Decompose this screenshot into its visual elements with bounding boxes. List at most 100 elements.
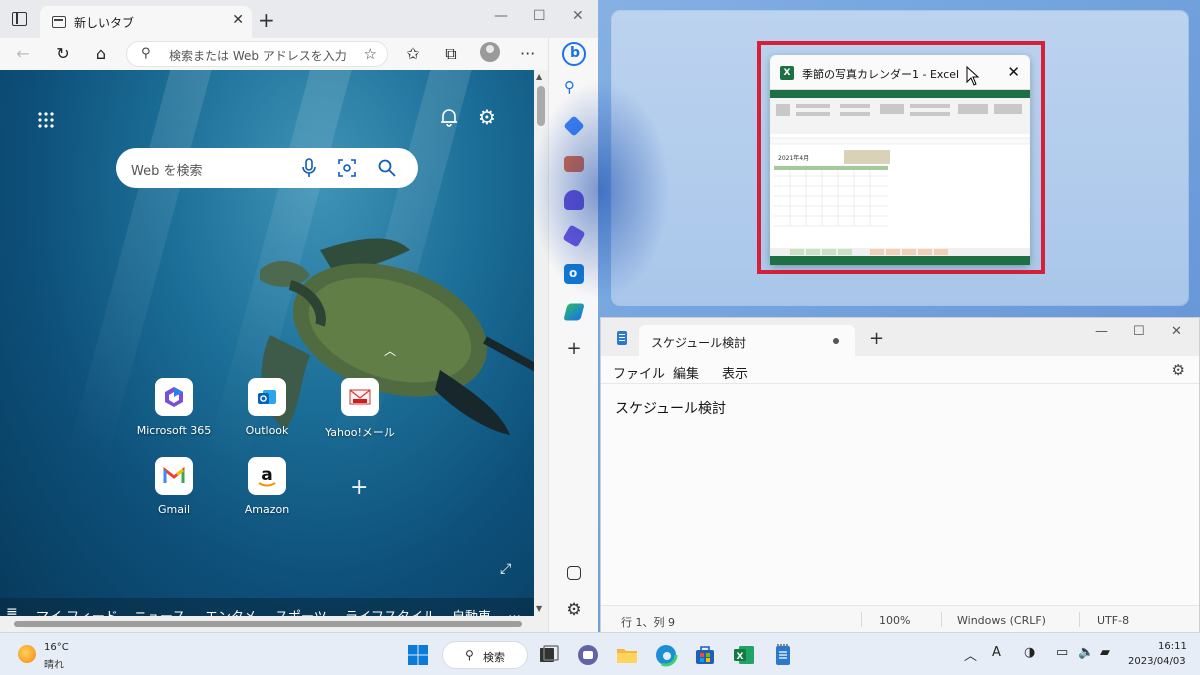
zoom-level: 100%	[879, 614, 911, 627]
edge-tab-new-tab[interactable]: 新しいタブ ✕	[40, 6, 252, 38]
svg-text:a: a	[261, 465, 272, 485]
clock-time[interactable]: 16:11	[1158, 641, 1187, 652]
sunny-weather-icon	[18, 645, 36, 663]
notepad-minimize-icon[interactable]: —	[1095, 324, 1108, 339]
mini-sheet-heading: 2021年4月	[778, 154, 809, 162]
quick-link-yahoo-mail[interactable]: Yahoo!メール	[312, 378, 408, 440]
notepad-settings-gear-icon[interactable]: ⚙	[1172, 361, 1185, 379]
menu-view[interactable]: 表示	[722, 363, 748, 382]
excel-taskbar-icon[interactable]: X	[732, 643, 756, 667]
notepad-maximize-icon[interactable]: ☐	[1133, 324, 1145, 339]
search-submit-icon[interactable]	[378, 159, 396, 177]
maximize-icon[interactable]: ☐	[533, 8, 546, 24]
close-tab-icon[interactable]: ✕	[232, 12, 244, 28]
new-tab-favicon-icon	[52, 16, 66, 28]
home-icon[interactable]: ⌂	[90, 43, 112, 65]
vertical-scroll-thumb[interactable]	[537, 86, 545, 126]
horizontal-scrollbar[interactable]	[0, 616, 548, 632]
collections-icon[interactable]: ⧉	[440, 43, 462, 65]
refresh-icon[interactable]: ↻	[52, 43, 74, 65]
edge-browser-icon[interactable]	[654, 643, 678, 667]
taskbar-search-label: 検索	[483, 651, 505, 664]
quick-link-microsoft365[interactable]: Microsoft 365	[126, 378, 222, 437]
ime-options-icon[interactable]: ◑	[1024, 645, 1035, 660]
windows-start-icon[interactable]	[406, 643, 430, 667]
close-window-icon[interactable]: ✕	[572, 8, 584, 24]
line-ending: Windows (CRLF)	[957, 614, 1046, 627]
scroll-down-icon[interactable]: ▼	[536, 604, 542, 613]
show-hidden-icons-chevron[interactable]: ︿	[964, 645, 977, 664]
excel-preview-image: 2021年4月	[770, 89, 1030, 265]
edge-tab-title: 新しいタブ	[74, 16, 135, 30]
web-search-box[interactable]: Web を検索	[116, 148, 418, 188]
horizontal-scroll-thumb[interactable]	[14, 621, 522, 627]
address-bar[interactable]: ⚲ 検索または Web アドレスを入力 ☆	[126, 41, 388, 67]
notepad-close-icon[interactable]: ✕	[1171, 324, 1182, 339]
favorites-star-icon[interactable]: ✩	[402, 43, 424, 65]
add-quick-link-icon[interactable]: +	[350, 475, 368, 500]
excel-icon: X	[780, 66, 794, 80]
address-search-icon: ⚲	[141, 46, 151, 61]
fullscreen-expand-icon[interactable]: ⤢	[500, 561, 511, 577]
taskbar-search-icon: ⚲	[465, 648, 474, 662]
cursor-position: 行 1、列 9	[621, 616, 675, 629]
new-tab-page: ⚙ Web を検索 ︿ Microsoft 365 Outlook Yahoo!…	[0, 70, 534, 630]
notepad-tab[interactable]: スケジュール検討	[639, 325, 855, 356]
sidebar-settings-gear-icon[interactable]: ⚙	[564, 600, 584, 620]
more-options-icon[interactable]: ···	[520, 44, 535, 63]
scroll-up-icon[interactable]: ▲	[536, 72, 542, 81]
notepad-taskbar-icon[interactable]	[771, 643, 795, 667]
status-divider	[1079, 612, 1080, 627]
new-tab-plus-icon[interactable]: +	[258, 8, 275, 32]
back-icon[interactable]: ←	[12, 43, 34, 65]
add-favorite-icon[interactable]: ☆	[364, 45, 377, 63]
menu-edit[interactable]: 編集	[673, 363, 699, 382]
clock-date[interactable]: 2023/04/03	[1128, 656, 1186, 667]
volume-icon[interactable]: 🔈	[1078, 645, 1094, 660]
profile-avatar[interactable]	[480, 42, 500, 62]
gmail-icon	[155, 457, 193, 495]
notepad-app-icon	[617, 331, 627, 345]
web-search-placeholder: Web を検索	[131, 164, 203, 179]
bing-copilot-icon[interactable]: b	[562, 42, 586, 66]
quick-link-label: Gmail	[157, 503, 191, 516]
address-placeholder: 検索または Web アドレスを入力	[169, 49, 347, 63]
minimize-icon[interactable]: —	[494, 8, 508, 24]
thumbnail-close-icon[interactable]: ✕	[1007, 63, 1020, 81]
ime-mode-indicator[interactable]: A	[992, 645, 1001, 660]
sidebar-add-icon[interactable]: +	[564, 338, 584, 359]
notifications-bell-icon[interactable]	[438, 106, 460, 128]
unsaved-dot-icon[interactable]	[833, 338, 839, 344]
quick-link-label: Amazon	[244, 503, 290, 516]
mouse-pointer-icon	[966, 66, 980, 86]
menu-file[interactable]: ファイル	[613, 363, 665, 382]
notepad-text-area[interactable]: スケジュール検討	[615, 398, 726, 418]
visual-search-icon[interactable]	[338, 159, 356, 177]
quick-link-label: Yahoo!メール	[325, 426, 395, 439]
app-launcher-icon[interactable]	[37, 111, 55, 129]
yahoo-mail-icon	[341, 378, 379, 416]
quick-link-label: Outlook	[245, 424, 289, 437]
microsoft-store-icon[interactable]	[693, 643, 717, 667]
quick-link-outlook[interactable]: Outlook	[219, 378, 315, 437]
tab-actions-icon[interactable]	[10, 10, 30, 28]
svg-text:X: X	[737, 652, 744, 662]
task-view-icon[interactable]	[537, 643, 561, 667]
teams-chat-icon[interactable]	[576, 643, 600, 667]
collapse-chevron-up-icon[interactable]: ︿	[384, 342, 396, 359]
notepad-new-tab-icon[interactable]: +	[869, 328, 884, 349]
network-icon[interactable]: ▭	[1056, 645, 1068, 660]
quick-link-gmail[interactable]: Gmail	[126, 457, 222, 516]
excel-window-thumbnail[interactable]: X 季節の写真カレンダー1 - Excel ✕ 2021年4月	[770, 55, 1030, 265]
battery-icon[interactable]: ▰	[1100, 645, 1110, 660]
taskbar-search-button[interactable]: ⚲ 検索	[442, 641, 528, 669]
windows-bloom-wallpaper	[530, 80, 670, 300]
edge-toolbar: ← ↻ ⌂ ⚲ 検索または Web アドレスを入力 ☆ ✩ ⧉	[0, 38, 598, 70]
file-explorer-icon[interactable]	[615, 643, 639, 667]
amazon-icon: a	[248, 457, 286, 495]
quick-link-amazon[interactable]: a Amazon	[219, 457, 315, 516]
voice-search-microphone-icon[interactable]	[302, 158, 316, 178]
drop-send-icon[interactable]	[563, 303, 585, 321]
sidebar-toggle-icon[interactable]	[567, 566, 581, 580]
page-settings-gear-icon[interactable]: ⚙	[478, 105, 496, 129]
